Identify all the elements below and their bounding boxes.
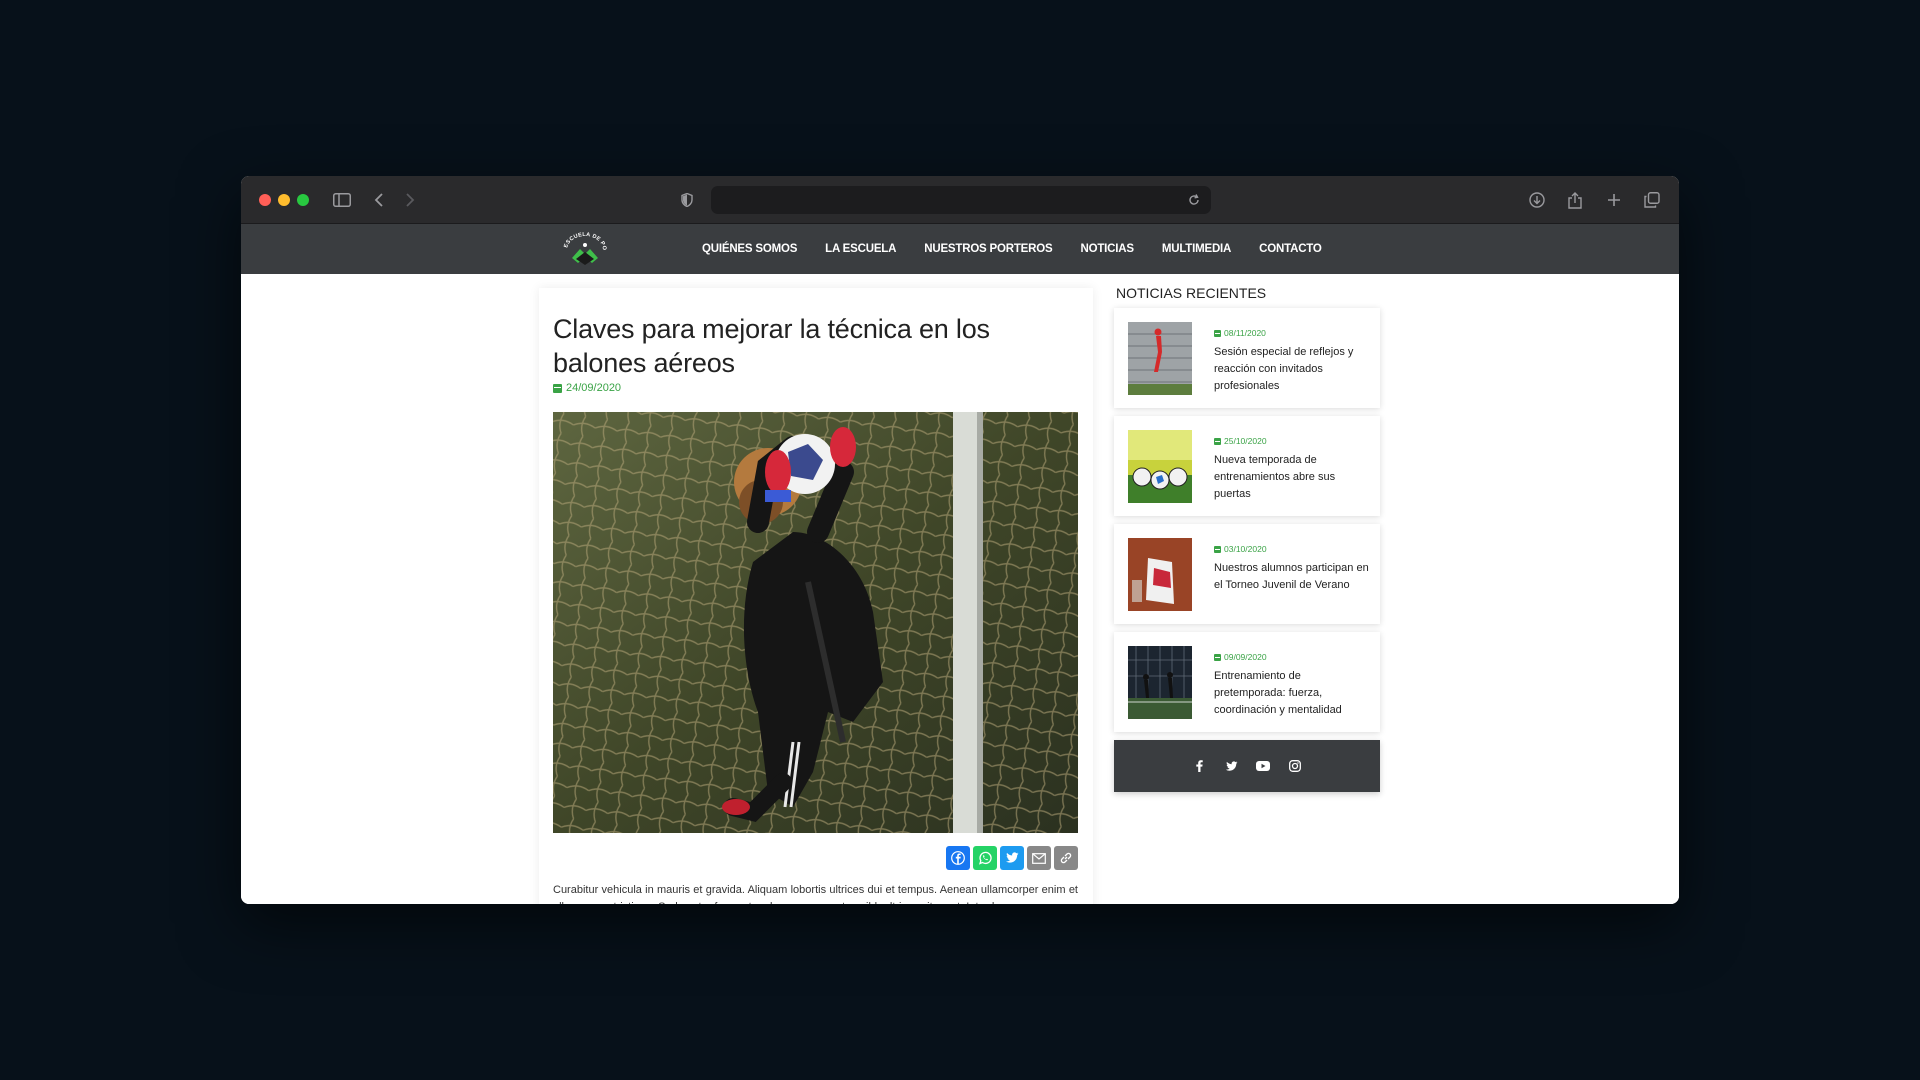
close-window-button[interactable] bbox=[259, 194, 271, 206]
news-card[interactable]: 08/11/2020 Sesión especial de reflejos y… bbox=[1114, 308, 1380, 408]
forward-icon[interactable] bbox=[398, 188, 422, 212]
nav-item-noticias[interactable]: NOTICIAS bbox=[1080, 243, 1134, 255]
calendar-icon bbox=[1214, 653, 1221, 661]
news-title-link[interactable]: Nueva temporada de entrenamientos abre s… bbox=[1214, 452, 1370, 503]
nav-item-nuestros-porteros[interactable]: NUESTROS PORTEROS bbox=[924, 243, 1052, 255]
share-icon[interactable] bbox=[1563, 188, 1587, 212]
browser-window: ESCUELA DE PORTEROS QUIÉNES SOMOS LA ESC… bbox=[241, 176, 1679, 904]
calendar-icon bbox=[1214, 545, 1221, 553]
article-date-text: 24/09/2020 bbox=[566, 382, 622, 394]
nav-item-multimedia[interactable]: MULTIMEDIA bbox=[1162, 243, 1232, 255]
site-navbar: ESCUELA DE PORTEROS QUIÉNES SOMOS LA ESC… bbox=[241, 224, 1679, 274]
recent-news-heading: NOTICIAS RECIENTES bbox=[1116, 285, 1267, 301]
article-date: 24/09/2020 bbox=[553, 382, 621, 394]
address-bar[interactable] bbox=[711, 186, 1211, 214]
youtube-icon[interactable] bbox=[1256, 759, 1270, 773]
whatsapp-icon[interactable] bbox=[973, 846, 997, 870]
news-date: 09/09/2020 bbox=[1214, 652, 1267, 662]
news-thumbnail[interactable] bbox=[1128, 430, 1192, 503]
share-buttons bbox=[943, 846, 1078, 870]
new-tab-icon[interactable] bbox=[1602, 188, 1626, 212]
calendar-icon bbox=[1214, 329, 1221, 337]
news-card[interactable]: 03/10/2020 Nuestros alumnos participan e… bbox=[1114, 524, 1380, 624]
twitter-icon[interactable] bbox=[1000, 846, 1024, 870]
news-thumbnail[interactable] bbox=[1128, 646, 1192, 719]
news-date: 08/11/2020 bbox=[1214, 328, 1266, 338]
news-date: 25/10/2020 bbox=[1214, 436, 1267, 446]
article-body: Curabitur vehicula in mauris et gravida.… bbox=[553, 884, 1078, 904]
minimize-window-button[interactable] bbox=[278, 194, 290, 206]
instagram-icon[interactable] bbox=[1288, 759, 1302, 773]
privacy-shield-icon[interactable] bbox=[675, 188, 699, 212]
main-menu: QUIÉNES SOMOS LA ESCUELA NUESTROS PORTER… bbox=[702, 224, 1350, 274]
news-title-link[interactable]: Sesión especial de reflejos y reacción c… bbox=[1214, 344, 1370, 395]
news-date-text: 25/10/2020 bbox=[1224, 436, 1267, 446]
news-thumbnail[interactable] bbox=[1128, 538, 1192, 611]
maximize-window-button[interactable] bbox=[297, 194, 309, 206]
news-date-text: 03/10/2020 bbox=[1224, 544, 1267, 554]
copy-link-icon[interactable] bbox=[1054, 846, 1078, 870]
social-links-bar bbox=[1114, 740, 1380, 792]
facebook-icon[interactable] bbox=[946, 846, 970, 870]
article-hero-image bbox=[553, 412, 1078, 833]
browser-toolbar bbox=[241, 176, 1679, 224]
download-icon[interactable] bbox=[1525, 188, 1549, 212]
reload-icon[interactable] bbox=[1183, 189, 1205, 211]
page-content: Claves para mejorar la técnica en los ba… bbox=[241, 274, 1679, 904]
calendar-icon bbox=[1214, 437, 1221, 445]
news-thumbnail[interactable] bbox=[1128, 322, 1192, 395]
news-title-link[interactable]: Nuestros alumnos participan en el Torneo… bbox=[1214, 560, 1370, 594]
sidebar-toggle-icon[interactable] bbox=[330, 188, 354, 212]
facebook-icon[interactable] bbox=[1192, 759, 1206, 773]
calendar-icon bbox=[553, 383, 562, 393]
back-icon[interactable] bbox=[367, 188, 391, 212]
site-logo[interactable]: ESCUELA DE PORTEROS bbox=[557, 226, 611, 268]
news-title-link[interactable]: Entrenamiento de pretemporada: fuerza, c… bbox=[1214, 668, 1370, 719]
sidebar: NOTICIAS RECIENTES 08/11/2020 Sesión esp bbox=[1114, 284, 1380, 792]
twitter-icon[interactable] bbox=[1224, 759, 1238, 773]
news-card[interactable]: 25/10/2020 Nueva temporada de entrenamie… bbox=[1114, 416, 1380, 516]
news-card[interactable]: 09/09/2020 Entrenamiento de pretemporada… bbox=[1114, 632, 1380, 732]
article: Claves para mejorar la técnica en los ba… bbox=[539, 288, 1093, 904]
news-date: 03/10/2020 bbox=[1214, 544, 1267, 554]
nav-item-quienes-somos[interactable]: QUIÉNES SOMOS bbox=[702, 243, 797, 255]
article-title: Claves para mejorar la técnica en los ba… bbox=[553, 314, 990, 378]
news-date-text: 08/11/2020 bbox=[1224, 328, 1266, 338]
svg-text:ESCUELA DE PORTEROS: ESCUELA DE PORTEROS bbox=[559, 230, 607, 251]
nav-item-contacto[interactable]: CONTACTO bbox=[1259, 243, 1322, 255]
tab-overview-icon[interactable] bbox=[1640, 188, 1664, 212]
email-icon[interactable] bbox=[1027, 846, 1051, 870]
nav-item-la-escuela[interactable]: LA ESCUELA bbox=[825, 243, 896, 255]
news-date-text: 09/09/2020 bbox=[1224, 652, 1267, 662]
